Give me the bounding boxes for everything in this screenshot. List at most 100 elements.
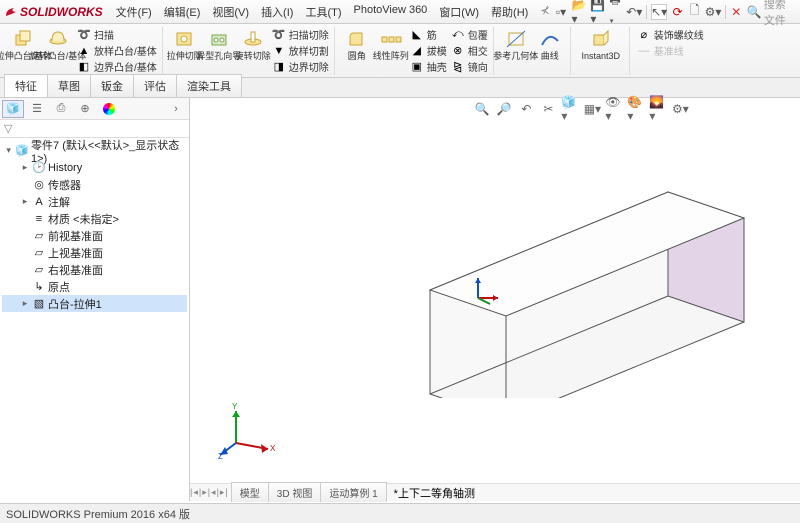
fm-tab-config[interactable]: ⎙: [50, 100, 72, 118]
fm-tab-right-arrow[interactable]: ›: [165, 100, 187, 118]
wrap-button[interactable]: ⤺包覆: [449, 27, 490, 42]
tree-node-origin[interactable]: ↳原点: [2, 278, 187, 295]
tab-sheetmetal[interactable]: 钣金: [90, 74, 134, 97]
viewport-bottom-bar: |◂|▸|◂|▸| 模型 3D 视图 运动算例 1 *上下二等角轴测: [190, 483, 800, 501]
ribbon-stack-feat1: ◣筋 ◢拔模 ▣抽壳: [408, 27, 449, 74]
mirror-button[interactable]: ⧎镜向: [449, 59, 490, 74]
sensor-icon: ◎: [32, 178, 46, 191]
tab-scroll-controls[interactable]: |◂|▸|◂|▸|: [190, 487, 229, 498]
print-icon[interactable]: 🖶▾: [609, 4, 622, 20]
revolve-boss-icon: [46, 28, 70, 50]
tab-render[interactable]: 渲染工具: [176, 74, 242, 97]
instant3d-button[interactable]: Instant3D: [576, 27, 626, 61]
edit-appearance-icon[interactable]: 🎨▾: [627, 100, 645, 118]
rib-button[interactable]: ◣筋: [408, 27, 449, 42]
tree-node-extrude1[interactable]: ▸▧凸台-拉伸1: [2, 295, 187, 312]
boundary-button[interactable]: ◧边界凸台/基体: [75, 59, 159, 74]
hide-show-icon[interactable]: 👁▾: [605, 100, 623, 118]
plane-icon: ▱: [32, 246, 46, 259]
open-icon[interactable]: 📂▾: [571, 4, 586, 20]
sweep-cut-button[interactable]: ➰扫描切除: [270, 27, 331, 42]
search-placeholder: 搜索文件: [764, 0, 796, 28]
tab-sketch[interactable]: 草图: [47, 74, 91, 97]
feature-tree: ▾ 🧊 零件7 (默认<<默认>_显示状态 1>) ▸🕑History ◎传感器…: [0, 138, 189, 316]
boundary-cut-button[interactable]: ◨边界切除: [270, 59, 331, 74]
ribbon-group-boss: 拉伸凸台/基体 旋转凸台/基体 ➰扫描 ▲放样凸台/基体 ◧边界凸台/基体: [4, 27, 163, 75]
intersect-button[interactable]: ⊗相交: [449, 43, 490, 58]
settings-icon[interactable]: ⚙▾: [705, 4, 721, 20]
tab-features[interactable]: 特征: [4, 74, 48, 97]
tree-node-top-plane[interactable]: ▱上视基准面: [2, 244, 187, 261]
cosmetic-thread-button[interactable]: ⌀装饰螺纹线: [635, 27, 706, 42]
view-settings-icon[interactable]: ⚙▾: [671, 100, 689, 118]
tree-node-annotations[interactable]: ▸A注解: [2, 193, 187, 210]
prev-view-icon[interactable]: ↶: [517, 100, 535, 118]
thread-icon: ⌀: [637, 28, 651, 42]
graphics-viewport[interactable]: 🔍 🔎 ↶ ✂ 🧊▾ ▦▾ 👁▾ 🎨▾ 🌄▾ ⚙▾: [190, 98, 800, 501]
section-view-icon[interactable]: ✂: [539, 100, 557, 118]
qat-separator-2: [725, 5, 726, 19]
tree-collapse-icon[interactable]: ▾: [4, 145, 13, 156]
menu-edit[interactable]: 编辑(E): [159, 2, 206, 22]
hole-wizard-button[interactable]: 异型孔向导: [202, 27, 236, 74]
menu-view[interactable]: 视图(V): [207, 2, 254, 22]
loft-button[interactable]: ▲放样凸台/基体: [75, 43, 159, 58]
tree-root[interactable]: ▾ 🧊 零件7 (默认<<默认>_显示状态 1>): [2, 142, 187, 159]
linear-pattern-button[interactable]: 线性阵列: [374, 27, 408, 74]
feature-manager-filter[interactable]: ▽: [0, 120, 189, 138]
view-orientation-icon[interactable]: 🧊▾: [561, 100, 579, 118]
apply-scene-icon[interactable]: 🌄▾: [649, 100, 667, 118]
select-icon[interactable]: ↖▾: [651, 4, 667, 20]
vp-tab-3dview[interactable]: 3D 视图: [268, 482, 322, 502]
fm-tab-appearance[interactable]: [98, 100, 120, 118]
display-style-icon[interactable]: ▦▾: [583, 100, 601, 118]
curves-button[interactable]: 曲线: [533, 27, 567, 61]
save-icon[interactable]: 💾▾: [590, 4, 605, 20]
fm-tab-property[interactable]: ☰: [26, 100, 48, 118]
undo-icon[interactable]: ↶▾: [626, 4, 642, 20]
rebuild-icon[interactable]: ⟳: [671, 4, 684, 20]
fm-tab-dimxpert[interactable]: ⊕: [74, 100, 96, 118]
menu-insert[interactable]: 插入(I): [256, 2, 298, 22]
revolve-cut-button[interactable]: 旋转切除: [236, 27, 270, 74]
fm-tab-tree[interactable]: 🧊: [2, 100, 24, 118]
tree-node-sensors[interactable]: ◎传感器: [2, 176, 187, 193]
annotation-icon: A: [32, 196, 46, 208]
menu-window[interactable]: 窗口(W): [434, 2, 484, 22]
intersect-icon: ⊗: [451, 44, 465, 58]
menu-photoview[interactable]: PhotoView 360: [349, 2, 433, 22]
menu-help[interactable]: 帮助(H): [486, 2, 533, 22]
fillet-icon: [345, 28, 369, 50]
view-triad[interactable]: Y X Z: [218, 401, 278, 461]
revolve-boss-button[interactable]: 旋转凸台/基体: [41, 27, 75, 74]
close-doc-icon[interactable]: ✕: [730, 4, 743, 20]
boundary-icon: ◧: [77, 60, 91, 74]
tab-evaluate[interactable]: 评估: [133, 74, 177, 97]
tree-node-front-plane[interactable]: ▱前视基准面: [2, 227, 187, 244]
vp-tab-motion1[interactable]: 运动算例 1: [320, 482, 386, 502]
search-icon: 🔍: [747, 5, 762, 19]
options-icon[interactable]: 🗋: [688, 4, 701, 20]
menu-tools[interactable]: 工具(T): [300, 2, 346, 22]
app-brand: SOLIDWORKS: [20, 5, 103, 19]
tree-root-label: 零件7 (默认<<默认>_显示状态 1>): [31, 137, 187, 165]
menu-pin-icon[interactable]: ⊀: [535, 2, 554, 22]
reference-geometry-button[interactable]: 参考几何体: [499, 27, 533, 61]
draft-button[interactable]: ◢拔模: [408, 43, 449, 58]
vp-tab-model[interactable]: 模型: [231, 482, 269, 502]
filter-icon: ▽: [4, 122, 12, 135]
loft-cut-button[interactable]: ▼放样切割: [270, 43, 331, 58]
ribbon-group-cut: 拉伸切除 异型孔向导 旋转切除 ➰扫描切除 ▼放样切割 ◨边界切除: [165, 27, 335, 75]
tree-node-right-plane[interactable]: ▱右视基准面: [2, 261, 187, 278]
new-icon[interactable]: ▫▾: [555, 4, 568, 20]
datum-icon: —: [637, 44, 651, 58]
shell-button[interactable]: ▣抽壳: [408, 59, 449, 74]
sweep-button[interactable]: ➰扫描: [75, 27, 159, 42]
zoom-area-icon[interactable]: 🔎: [495, 100, 513, 118]
menu-file[interactable]: 文件(F): [111, 2, 157, 22]
fillet-button[interactable]: 圆角: [340, 27, 374, 74]
zoom-fit-icon[interactable]: 🔍: [473, 100, 491, 118]
tree-node-material[interactable]: ≡材质 <未指定>: [2, 210, 187, 227]
search-box[interactable]: 🔍 搜索文件: [747, 0, 796, 28]
viewport-tabs: 模型 3D 视图 运动算例 1: [229, 484, 386, 502]
